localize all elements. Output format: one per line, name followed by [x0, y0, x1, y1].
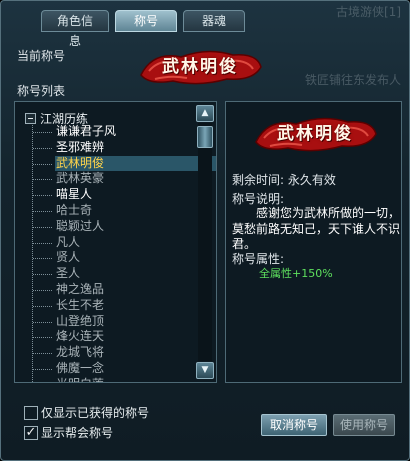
option-guild-titles[interactable]: ✓ 显示帮会称号: [24, 424, 113, 441]
title-item-label: 圣邪难辨: [56, 139, 105, 154]
title-list-item[interactable]: 神之逸品: [33, 281, 203, 298]
description-text: 感谢您为武林所做的一切，莫愁前路无知己，天下谁人不识君。: [232, 206, 401, 251]
tree-branch-line: [33, 147, 52, 149]
title-list-item[interactable]: 龙城飞将: [33, 345, 203, 361]
tree-branch-line: [33, 258, 52, 260]
title-item-label: 聪颖过人: [56, 218, 105, 233]
title-list-panel: 江湖历练 谦谦君子风 圣邪难辨 武林明俊 武林英豪 喵星人 哈士奇 聪颖过人 凡人 贤人 圣人 神之…: [14, 101, 217, 383]
title-list-item[interactable]: 山登绝顶: [33, 313, 203, 330]
title-item-label: 烽火连天: [56, 329, 105, 344]
title-list-item[interactable]: 聪颖过人: [33, 218, 203, 235]
tree-branch-line: [33, 305, 52, 307]
tree-branch-line: [33, 289, 52, 291]
scroll-down-arrow-icon[interactable]: ▼: [196, 362, 214, 379]
title-list-item[interactable]: 武林英豪: [33, 171, 203, 187]
title-item-label: 贤人: [56, 250, 81, 265]
title-list-item[interactable]: 烽火连天: [33, 329, 203, 345]
title-item-label: 武林明俊: [56, 155, 105, 170]
option-owned-only[interactable]: 仅显示已获得的称号: [24, 404, 149, 421]
title-window: 古境游侠[1] 铁匠铺往东发布人 角色信息 称号 器魂 当前称号 武林明俊 称号…: [0, 0, 410, 461]
use-title-button[interactable]: 使用称号: [333, 414, 395, 436]
title-item-label: 光明白莲: [56, 377, 104, 382]
scroll-up-arrow-icon[interactable]: ▲: [196, 105, 214, 122]
description-label: 称号说明:: [232, 192, 285, 206]
title-list-label: 称号列表: [17, 84, 66, 98]
title-list-item[interactable]: 哈士奇: [33, 202, 203, 219]
current-title-label: 当前称号: [17, 49, 66, 63]
tree-branch-line: [33, 179, 52, 181]
remaining-time: 剩余时间: 永久有效: [232, 173, 336, 187]
tree-connector-line: [32, 122, 33, 382]
owned-only-label: 仅显示已获得的称号: [41, 406, 150, 420]
tree-branch-line: [33, 195, 52, 197]
title-list-item[interactable]: 武林明俊: [33, 155, 216, 172]
tab-bar: 角色信息 称号 器魂: [41, 10, 245, 48]
title-list-item[interactable]: 谦谦君子风: [33, 124, 203, 140]
title-item-label: 佛魔一念: [56, 360, 105, 375]
guild-titles-label: 显示帮会称号: [41, 426, 114, 440]
title-item-label: 谦谦君子风: [56, 124, 117, 138]
tree-branch-line: [33, 163, 52, 165]
background-text-top: 古境游侠[1]: [336, 5, 401, 19]
tree-branch-line: [33, 353, 52, 355]
tree-branch-line: [33, 337, 52, 339]
background-text-mid: 铁匠铺往东发布人: [304, 73, 401, 87]
title-item-label: 山登绝顶: [56, 313, 105, 328]
scrollbar-thumb[interactable]: [197, 126, 213, 148]
title-item-label: 武林英豪: [56, 171, 105, 186]
tree-branch-line: [33, 210, 52, 212]
title-list-item[interactable]: 贤人: [33, 250, 203, 266]
cancel-title-button[interactable]: 取消称号: [261, 414, 327, 436]
guild-titles-checkbox[interactable]: ✓: [24, 425, 38, 440]
attribute-value: 全属性+150%: [259, 267, 333, 280]
tab-titles[interactable]: 称号: [115, 10, 177, 32]
title-list-item[interactable]: 佛魔一念: [33, 360, 203, 377]
title-list-item[interactable]: 喵星人: [33, 187, 203, 203]
owned-only-checkbox[interactable]: [24, 405, 38, 420]
title-item-label: 龙城飞将: [56, 345, 105, 360]
title-list-item[interactable]: 光明白莲: [55, 377, 203, 382]
title-item-label: 凡人: [56, 234, 81, 249]
tree-branch-line: [33, 242, 52, 244]
title-items: 谦谦君子风 圣邪难辨 武林明俊 武林英豪 喵星人 哈士奇 聪颖过人 凡人 贤人 圣人 神之逸品 长生不…: [33, 124, 216, 382]
title-item-label: 圣人: [56, 266, 81, 281]
title-detail-panel: 武林明俊 剩余时间: 永久有效 称号说明: 感谢您为武林所做的一切，莫愁前路无知…: [225, 101, 402, 383]
title-item-label: 长生不老: [56, 297, 105, 312]
tree-branch-line: [33, 226, 52, 228]
title-item-label: 喵星人: [56, 187, 93, 202]
detail-emblem-text: 武林明俊: [277, 124, 353, 144]
title-list-item[interactable]: 凡人: [33, 234, 203, 251]
tree-branch-line: [33, 321, 52, 323]
tree-branch-line: [33, 368, 52, 370]
title-list-item[interactable]: 长生不老: [33, 297, 203, 314]
current-title-emblem-text: 武林明俊: [162, 57, 238, 77]
tree-branch-line: [33, 274, 52, 276]
title-item-label: 哈士奇: [56, 202, 93, 217]
current-title-emblem: 武林明俊: [135, 45, 265, 89]
tab-weapon-soul[interactable]: 器魂: [183, 10, 245, 32]
title-item-label: 神之逸品: [56, 281, 105, 296]
detail-title-emblem: 武林明俊: [250, 112, 380, 156]
collapse-minus-icon[interactable]: [25, 113, 36, 124]
tab-character-info[interactable]: 角色信息: [41, 10, 109, 48]
title-list-item[interactable]: 圣人: [33, 266, 203, 282]
scrollbar-track[interactable]: [198, 123, 212, 361]
tree-branch-line: [33, 132, 52, 133]
list-scrollbar[interactable]: ▲ ▼: [196, 103, 214, 381]
title-list-item[interactable]: 圣邪难辨: [33, 139, 203, 156]
